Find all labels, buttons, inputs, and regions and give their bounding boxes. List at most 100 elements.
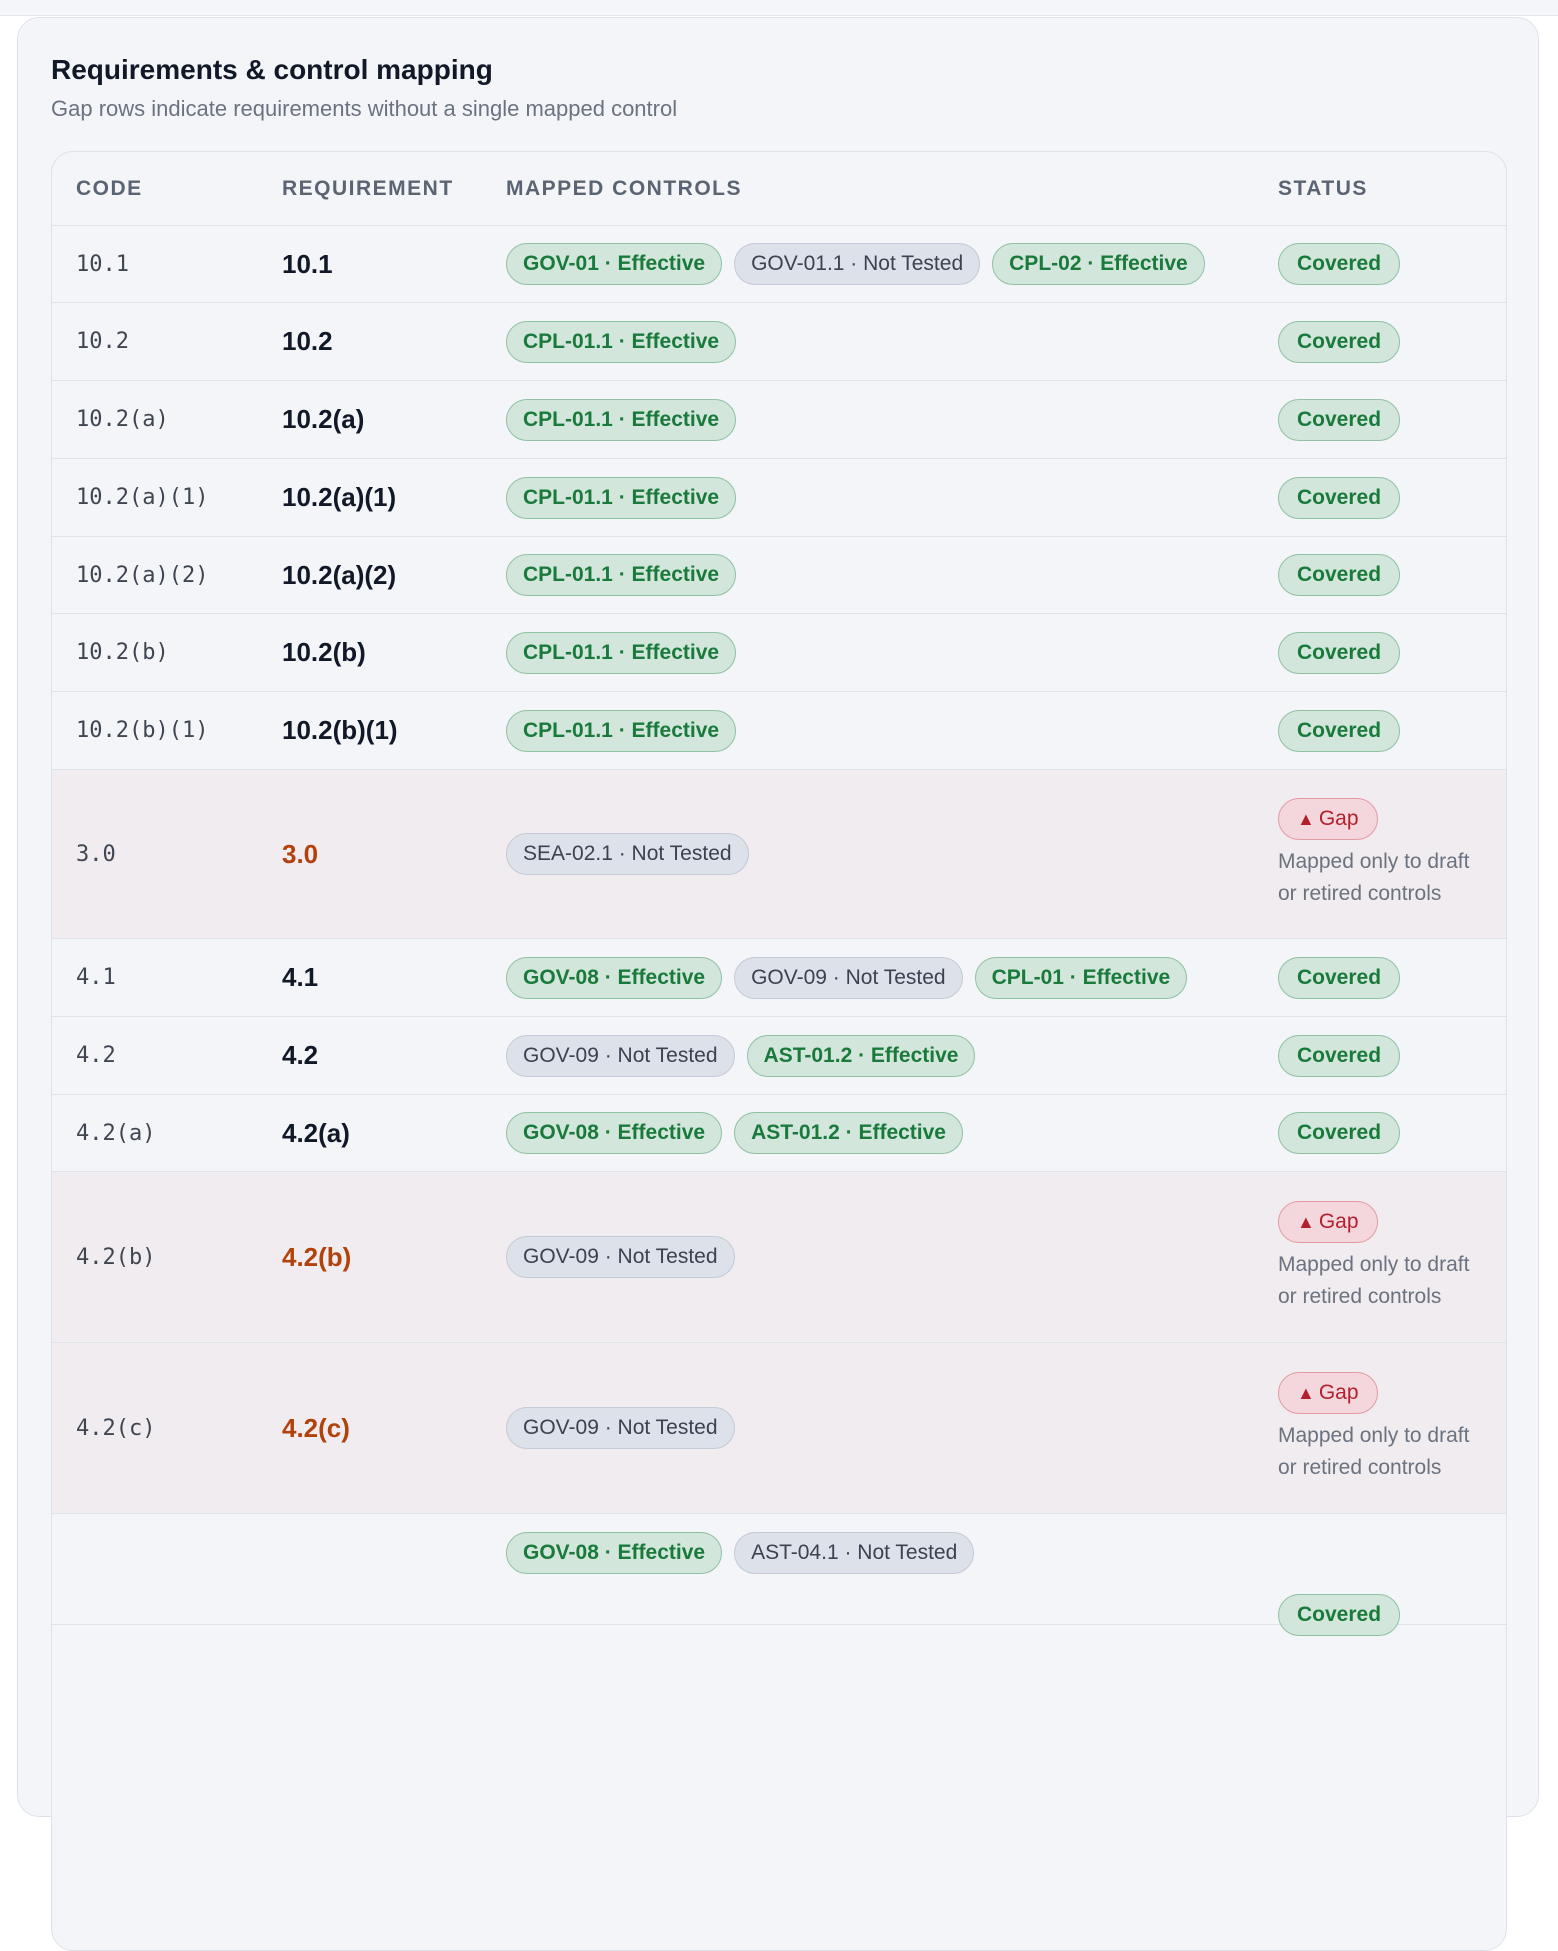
mapped-controls: GOV-08 · Effective GOV-09 · Not Tested CPL… xyxy=(506,956,1226,999)
status-badge-covered: Covered xyxy=(1278,631,1401,674)
gap-note: Mapped only to draft or retired controls xyxy=(1278,1253,1470,1308)
requirement-name[interactable]: 10.1 xyxy=(282,249,333,280)
control-chip[interactable]: GOV-01.1 · Not Tested xyxy=(734,243,981,285)
status-badge-covered: Covered xyxy=(1278,709,1401,752)
control-chip[interactable]: CPL-01.1 · Effective xyxy=(506,709,737,752)
mapped-controls: CPL-01.1 · Effective xyxy=(506,398,1226,441)
status-cell: Covered xyxy=(1278,320,1488,363)
table-row[interactable]: GOV-08 · Effective AST-04.1 · Not Tested C… xyxy=(52,1514,1506,1636)
gap-note: Mapped only to draft or retired controls xyxy=(1278,850,1470,905)
requirement-name[interactable]: 4.2(a) xyxy=(282,1118,350,1149)
column-header-requirement[interactable]: REQUIREMENT xyxy=(282,177,454,201)
requirement-name[interactable]: 10.2(a)(1) xyxy=(282,482,396,513)
warning-triangle-icon: ▲ xyxy=(1297,809,1315,829)
requirement-name[interactable]: 10.2(b)(1) xyxy=(282,715,398,746)
control-chip[interactable]: GOV-09 · Not Tested xyxy=(734,956,963,999)
status-cell: Covered xyxy=(1278,554,1488,596)
mapped-controls: GOV-09 · Not Tested AST-01.2 · Effective xyxy=(506,1034,1226,1077)
control-chip[interactable]: CPL-01.1 · Effective xyxy=(506,476,737,519)
control-chip[interactable]: AST-01.2 · Effective xyxy=(734,1112,963,1154)
control-chip[interactable]: GOV-08 · Effective xyxy=(506,956,723,999)
card-title: Requirements & control mapping xyxy=(51,54,493,85)
control-chip[interactable]: GOV-08 · Effective xyxy=(506,1532,723,1574)
control-chip[interactable]: CPL-01.1 · Effective xyxy=(506,554,737,596)
mapped-controls: GOV-08 · Effective AST-01.2 · Effective xyxy=(506,1112,1226,1154)
control-chip[interactable]: GOV-01 · Effective xyxy=(506,243,723,285)
status-cell: Covered xyxy=(1278,1112,1488,1154)
table-row[interactable]: 10.2(b) 10.2(b) CPL-01.1 · Effective Covere… xyxy=(52,614,1506,692)
requirement-code: 10.2(a)(2) xyxy=(76,562,209,588)
status-cell: Covered xyxy=(1278,709,1488,752)
table-row[interactable]: 10.2(a) 10.2(a) CPL-01.1 · Effective Covere… xyxy=(52,381,1506,459)
control-chip[interactable]: CPL-01.1 · Effective xyxy=(506,320,737,363)
mapped-controls: GOV-09 · Not Tested xyxy=(506,1236,1226,1278)
status-cell: Covered xyxy=(1278,243,1488,285)
mapped-controls: CPL-01.1 · Effective xyxy=(506,320,1226,363)
requirement-name[interactable]: 3.0 xyxy=(282,839,318,870)
table-row[interactable]: 10.1 10.1 GOV-01 · Effective GOV-01.1 · Not… xyxy=(52,226,1506,303)
table-row[interactable]: 10.2 10.2 CPL-01.1 · Effective Covered xyxy=(52,303,1506,381)
requirement-code: 10.2 xyxy=(76,329,129,354)
mapped-controls: CPL-01.1 · Effective xyxy=(506,476,1226,519)
status-badge-covered: Covered xyxy=(1278,1594,1401,1636)
table-row[interactable]: 10.2(a)(1) 10.2(a)(1) CPL-01.1 · Effective… xyxy=(52,459,1506,537)
table-row[interactable]: 4.2(a) 4.2(a) GOV-08 · Effective AST-01.2 ·… xyxy=(52,1095,1506,1172)
table-row[interactable]: 10.2(b)(1) 10.2(b)(1) CPL-01.1 · Effective… xyxy=(52,692,1506,770)
column-header-code[interactable]: CODE xyxy=(76,177,143,201)
requirement-name[interactable]: 10.2 xyxy=(282,326,333,357)
status-cell: Covered xyxy=(1278,631,1488,674)
table-row[interactable]: 10.2(a)(2) 10.2(a)(2) CPL-01.1 · Effective… xyxy=(52,537,1506,614)
column-header-mapped-controls[interactable]: MAPPED CONTROLS xyxy=(506,177,1226,201)
requirement-name[interactable]: 10.2(b) xyxy=(282,637,366,668)
requirement-name[interactable]: 10.2(a)(2) xyxy=(282,560,396,591)
control-chip[interactable]: CPL-01.1 · Effective xyxy=(506,398,737,441)
mapped-controls: GOV-09 · Not Tested xyxy=(506,1407,1226,1449)
requirement-code: 4.1 xyxy=(76,965,116,990)
table-row-gap[interactable]: 4.2(b) 4.2(b) GOV-09 · Not Tested ▲ Gap Mappe… xyxy=(52,1172,1506,1343)
requirement-code: 4.2(b) xyxy=(76,1244,156,1270)
requirement-name[interactable]: 4.2(b) xyxy=(282,1242,351,1273)
mapped-controls: CPL-01.1 · Effective xyxy=(506,554,1226,596)
requirement-code: 10.1 xyxy=(76,251,129,277)
status-badge-covered: Covered xyxy=(1278,1034,1401,1077)
control-chip[interactable]: AST-01.2 · Effective xyxy=(746,1034,976,1077)
requirement-code: 10.2(b) xyxy=(76,640,169,665)
table-row[interactable]: 4.2 4.2 GOV-09 · Not Tested AST-01.2 · Effe… xyxy=(52,1017,1506,1095)
table-body: 10.1 10.1 GOV-01 · Effective GOV-01.1 · Not… xyxy=(52,226,1506,1636)
mapped-controls: GOV-01 · Effective GOV-01.1 · Not Tested C… xyxy=(506,243,1226,285)
status-badge-gap: ▲ Gap xyxy=(1278,1201,1378,1243)
requirements-card: Requirements & control mapping Gap rows … xyxy=(17,17,1539,1951)
status-badge-covered: Covered xyxy=(1278,243,1401,285)
control-chip[interactable]: GOV-09 · Not Tested xyxy=(506,1034,735,1077)
table-row[interactable]: 4.1 4.1 GOV-08 · Effective GOV-09 · Not Tes… xyxy=(52,939,1506,1017)
control-chip[interactable]: CPL-01 · Effective xyxy=(974,956,1188,999)
status-badge-covered: Covered xyxy=(1278,956,1401,999)
status-cell: Covered xyxy=(1278,398,1488,441)
control-chip[interactable]: SEA-02.1 · Not Tested xyxy=(506,833,749,875)
status-cell: Covered xyxy=(1278,1502,1488,1636)
control-chip[interactable]: GOV-09 · Not Tested xyxy=(506,1236,735,1278)
control-chip[interactable]: GOV-09 · Not Tested xyxy=(506,1407,735,1449)
requirement-code: 3.0 xyxy=(76,841,116,867)
status-badge-gap: ▲ Gap xyxy=(1278,1372,1378,1414)
requirement-name[interactable]: 10.2(a) xyxy=(282,404,364,435)
requirement-name[interactable]: 4.2 xyxy=(282,1040,318,1071)
status-badge-label: Gap xyxy=(1318,807,1359,830)
requirements-table: CODE REQUIREMENT MAPPED CONTROLS STATUS … xyxy=(51,151,1507,1951)
requirement-name[interactable]: 4.2(c) xyxy=(282,1413,350,1444)
control-chip[interactable]: GOV-08 · Effective xyxy=(506,1112,723,1154)
column-header-status[interactable]: STATUS xyxy=(1278,177,1488,201)
table-row-gap[interactable]: 3.0 3.0 SEA-02.1 · Not Tested ▲ Gap Mapped on… xyxy=(52,770,1506,939)
status-badge-covered: Covered xyxy=(1278,554,1401,596)
mapped-controls: CPL-01.1 · Effective xyxy=(506,709,1226,752)
control-chip[interactable]: CPL-02 · Effective xyxy=(992,243,1205,285)
table-row-gap[interactable]: 4.2(c) 4.2(c) GOV-09 · Not Tested ▲ Gap Mappe… xyxy=(52,1343,1506,1514)
control-chip[interactable]: CPL-01.1 · Effective xyxy=(506,631,737,674)
status-cell: ▲ Gap Mapped only to draft or retired cont… xyxy=(1278,1372,1488,1484)
requirement-code: 4.2 xyxy=(76,1043,116,1068)
requirement-code: 4.2(c) xyxy=(76,1415,156,1441)
requirement-name[interactable]: 4.1 xyxy=(282,962,318,993)
warning-triangle-icon: ▲ xyxy=(1297,1212,1315,1232)
warning-triangle-icon: ▲ xyxy=(1297,1383,1315,1403)
control-chip[interactable]: AST-04.1 · Not Tested xyxy=(734,1532,975,1574)
